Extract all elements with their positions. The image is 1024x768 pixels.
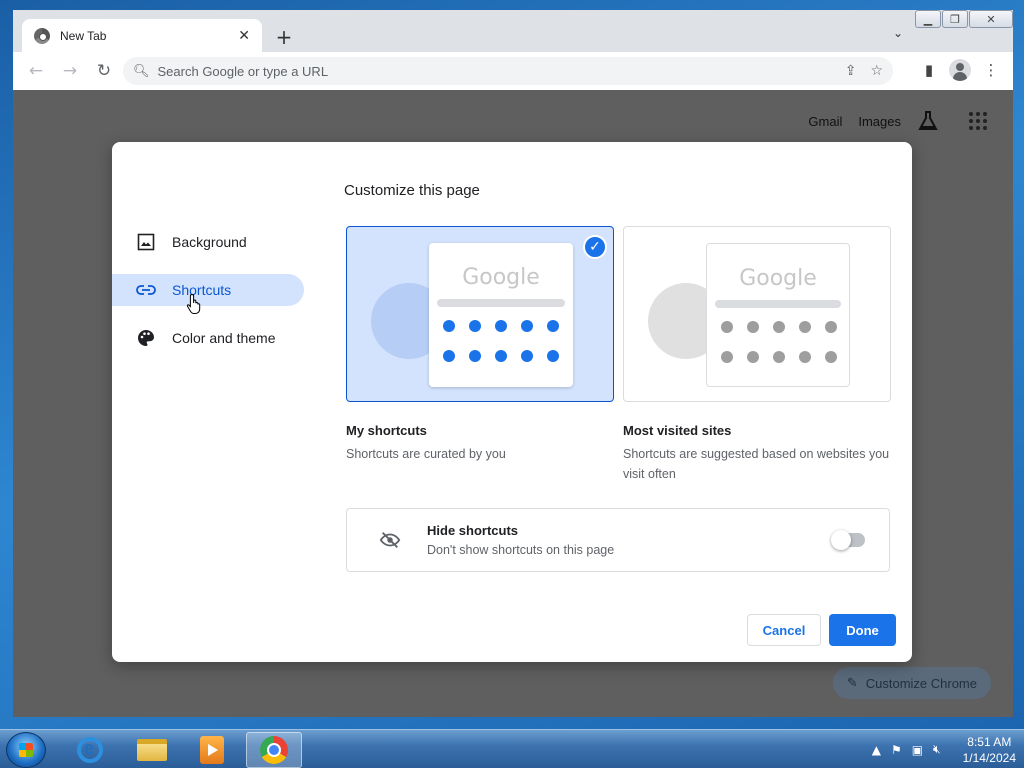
visibility-off-icon bbox=[379, 532, 401, 548]
hide-shortcuts-row[interactable]: Hide shortcuts Don't show shortcuts on t… bbox=[346, 508, 890, 572]
action-center-flag-icon[interactable]: ⚑ bbox=[891, 743, 902, 757]
taskbar-chrome[interactable] bbox=[246, 732, 302, 768]
clock-date: 1/14/2024 bbox=[962, 750, 1016, 765]
forward-button[interactable]: → bbox=[57, 58, 83, 84]
hand-pointer-cursor-icon bbox=[186, 293, 201, 314]
new-tab-button[interactable]: + bbox=[271, 24, 297, 50]
volume-muted-icon[interactable]: 🔇︎ bbox=[933, 742, 941, 757]
hide-shortcuts-toggle[interactable] bbox=[831, 530, 865, 550]
shortcut-dots bbox=[443, 320, 559, 362]
show-hidden-icons-icon[interactable]: ▲ bbox=[872, 743, 881, 757]
most-visited-title: Most visited sites bbox=[623, 423, 732, 438]
tab-title: New Tab bbox=[60, 28, 107, 43]
taskbar-media-player[interactable] bbox=[184, 732, 240, 768]
sidebar-item-color-and-theme[interactable]: Color and theme bbox=[112, 322, 304, 354]
hide-shortcuts-title: Hide shortcuts bbox=[427, 523, 519, 538]
my-shortcuts-card[interactable]: Google ✓ bbox=[346, 226, 614, 402]
my-shortcuts-description: Shortcuts are curated by you bbox=[346, 447, 506, 461]
share-icon[interactable]: ⇪ bbox=[845, 63, 857, 79]
tab-strip: New Tab ✕ + ⌄ ▁ ❐ ✕ bbox=[13, 10, 1013, 52]
customize-chrome-label: Customize Chrome bbox=[865, 675, 977, 691]
most-visited-card[interactable]: Google bbox=[623, 226, 891, 402]
mini-search-bar bbox=[437, 299, 565, 307]
minimize-button[interactable]: ▁ bbox=[915, 10, 941, 28]
system-clock[interactable]: 8:51 AM 1/14/2024 bbox=[963, 734, 1016, 766]
taskbar-file-explorer[interactable] bbox=[124, 732, 180, 768]
shortcut-dots bbox=[721, 321, 837, 363]
windows-taskbar: ▲ ⚑ ▣ 🔇︎ 8:51 AM 1/14/2024 bbox=[0, 729, 1024, 768]
top-links: Gmail Images bbox=[808, 110, 987, 132]
close-window-button[interactable]: ✕ bbox=[969, 10, 1013, 28]
most-visited-description: Shortcuts are suggested based on website… bbox=[623, 447, 890, 481]
omnibox-placeholder[interactable]: Search Google or type a URL bbox=[158, 64, 845, 79]
sidebar-item-shortcuts[interactable]: Shortcuts bbox=[112, 274, 304, 306]
profile-avatar-icon[interactable] bbox=[949, 59, 971, 81]
bookmark-star-icon[interactable]: ☆ bbox=[870, 63, 883, 79]
hide-shortcuts-subtitle: Don't show shortcuts on this page bbox=[427, 543, 615, 557]
taskbar-internet-explorer[interactable] bbox=[62, 732, 118, 768]
mini-search-bar bbox=[715, 300, 841, 308]
back-button[interactable]: ← bbox=[23, 58, 49, 84]
window-controls: ▁ ❐ ✕ bbox=[914, 10, 1013, 30]
tab-close-icon[interactable]: ✕ bbox=[238, 28, 250, 44]
browser-toolbar: ← → ↻ 🔍︎ Search Google or type a URL ⇪ ☆… bbox=[13, 52, 1013, 90]
reload-button[interactable]: ↻ bbox=[91, 58, 117, 84]
search-icon: 🔍︎ bbox=[133, 63, 150, 79]
side-panel-icon[interactable]: ▮ bbox=[917, 58, 941, 82]
my-shortcuts-title: My shortcuts bbox=[346, 423, 427, 438]
restore-button[interactable]: ❐ bbox=[942, 10, 968, 28]
mini-google-logo: Google bbox=[739, 266, 817, 291]
omnibox[interactable]: 🔍︎ Search Google or type a URL ⇪ ☆ bbox=[123, 57, 893, 85]
clock-time: 8:51 AM bbox=[967, 734, 1012, 749]
media-player-icon bbox=[200, 736, 224, 764]
folder-icon bbox=[137, 739, 167, 761]
link-icon bbox=[136, 280, 156, 300]
network-icon[interactable]: ▣ bbox=[912, 743, 923, 757]
mini-google-logo: Google bbox=[462, 265, 540, 290]
menu-kebab-icon[interactable]: ⋮ bbox=[979, 58, 1003, 82]
google-apps-icon[interactable] bbox=[969, 112, 987, 130]
image-icon bbox=[136, 232, 156, 252]
mini-page-preview: Google bbox=[706, 243, 850, 387]
start-button[interactable] bbox=[6, 732, 46, 768]
sidebar-item-background[interactable]: Background bbox=[112, 226, 304, 258]
tab-new-tab[interactable]: New Tab ✕ bbox=[22, 19, 262, 52]
customize-chrome-button[interactable]: ✎ Customize Chrome bbox=[832, 667, 991, 699]
tab-search-icon[interactable]: ⌄ bbox=[893, 26, 903, 40]
customize-dialog: Background Shortcuts Color and theme Cus… bbox=[112, 142, 912, 662]
pencil-icon: ✎ bbox=[846, 675, 858, 690]
mini-page-preview: Google bbox=[429, 243, 573, 387]
done-button[interactable]: Done bbox=[829, 614, 896, 646]
gmail-link[interactable]: Gmail bbox=[808, 114, 842, 129]
toggle-knob bbox=[831, 530, 851, 550]
internet-explorer-icon bbox=[77, 737, 103, 763]
images-link[interactable]: Images bbox=[858, 114, 901, 129]
chrome-favicon-icon bbox=[34, 27, 50, 44]
selected-check-icon: ✓ bbox=[583, 235, 607, 259]
chrome-icon bbox=[260, 736, 288, 764]
labs-flask-icon[interactable] bbox=[917, 110, 939, 132]
sidebar-item-label: Background bbox=[172, 234, 247, 250]
dialog-title: Customize this page bbox=[344, 182, 480, 199]
cancel-button[interactable]: Cancel bbox=[747, 614, 821, 646]
system-tray: ▲ ⚑ ▣ 🔇︎ 8:51 AM 1/14/2024 bbox=[872, 730, 1016, 768]
sidebar-item-label: Color and theme bbox=[172, 330, 276, 346]
palette-icon bbox=[136, 328, 156, 348]
